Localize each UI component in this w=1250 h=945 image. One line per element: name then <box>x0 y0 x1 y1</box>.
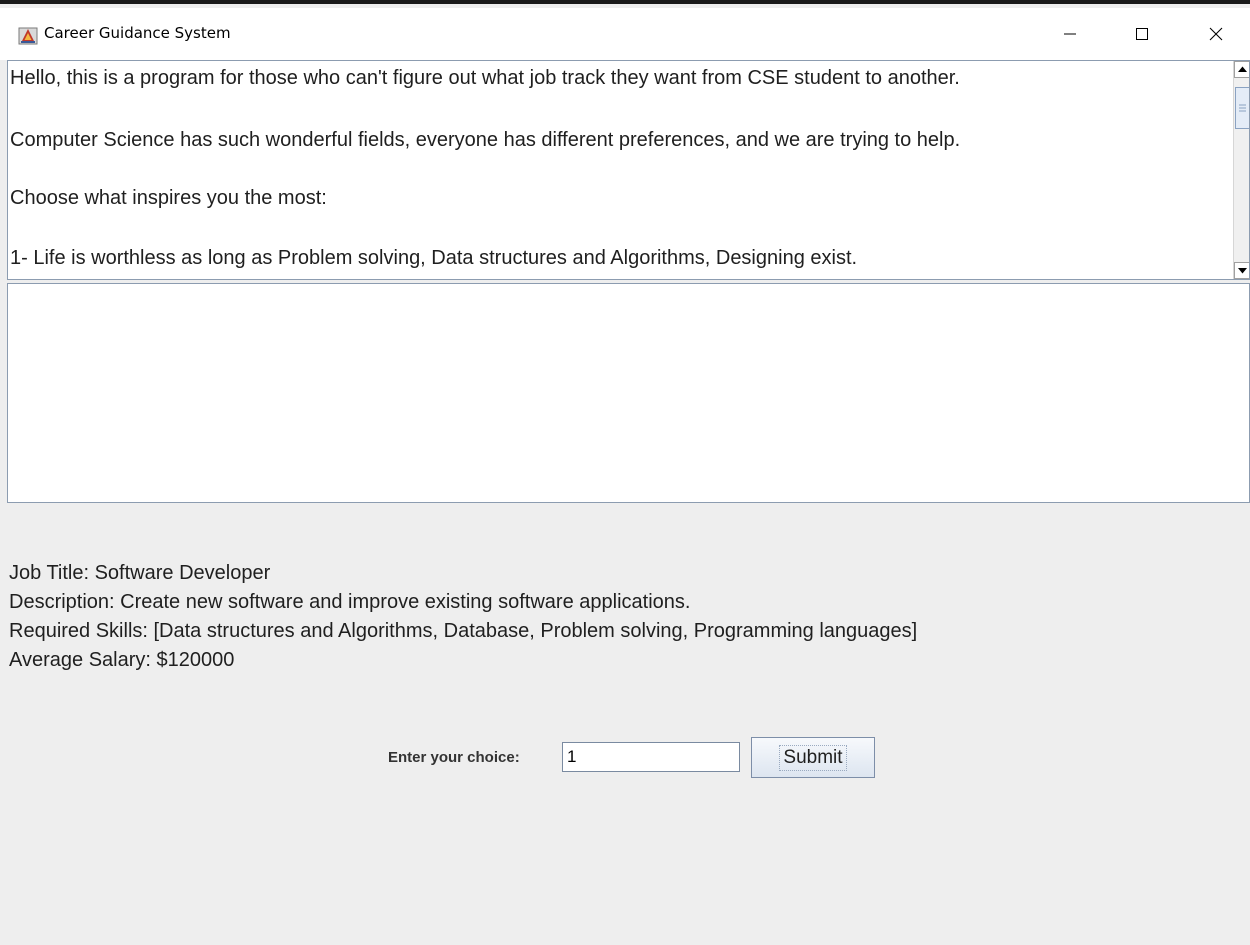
scroll-up-icon <box>1238 66 1247 72</box>
job-description-text: Description: Create new software and imp… <box>9 591 691 613</box>
prompt-text-area[interactable]: Hello, this is a program for those who c… <box>7 60 1250 280</box>
choice-input[interactable] <box>562 742 740 772</box>
minimize-icon <box>1064 33 1076 35</box>
scroll-down-icon <box>1238 268 1247 274</box>
job-title-text: Job Title: Software Developer <box>9 562 271 584</box>
choice-label: Enter your choice: <box>388 749 520 766</box>
prompt-line-intro: Hello, this is a program for those who c… <box>10 67 960 89</box>
prompt-line-option-1: 1- Life is worthless as long as Problem … <box>10 247 858 269</box>
output-text-area[interactable] <box>7 283 1250 503</box>
close-icon <box>1209 27 1223 41</box>
window-title: Career Guidance System <box>44 24 231 42</box>
app-window: Career Guidance System Hello, this is a … <box>0 0 1250 945</box>
job-salary-text: Average Salary: $120000 <box>9 649 235 671</box>
scroll-up-button[interactable] <box>1234 61 1249 78</box>
minimize-button[interactable] <box>1046 12 1094 56</box>
grip-icon <box>1239 104 1246 112</box>
submit-button-label: Submit <box>779 744 847 771</box>
maximize-icon <box>1136 28 1148 40</box>
title-bar[interactable]: Career Guidance System <box>0 8 1250 60</box>
java-app-icon <box>18 26 38 46</box>
scroll-down-button[interactable] <box>1234 262 1249 279</box>
submit-button[interactable]: Submit <box>751 737 875 778</box>
prompt-line-fields: Computer Science has such wonderful fiel… <box>10 129 961 151</box>
vertical-scrollbar[interactable] <box>1233 61 1249 279</box>
prompt-line-choose: Choose what inspires you the most: <box>10 187 327 209</box>
job-skills-text: Required Skills: [Data structures and Al… <box>9 620 918 642</box>
close-button[interactable] <box>1192 12 1240 56</box>
scroll-thumb[interactable] <box>1235 87 1249 129</box>
maximize-button[interactable] <box>1118 12 1166 56</box>
